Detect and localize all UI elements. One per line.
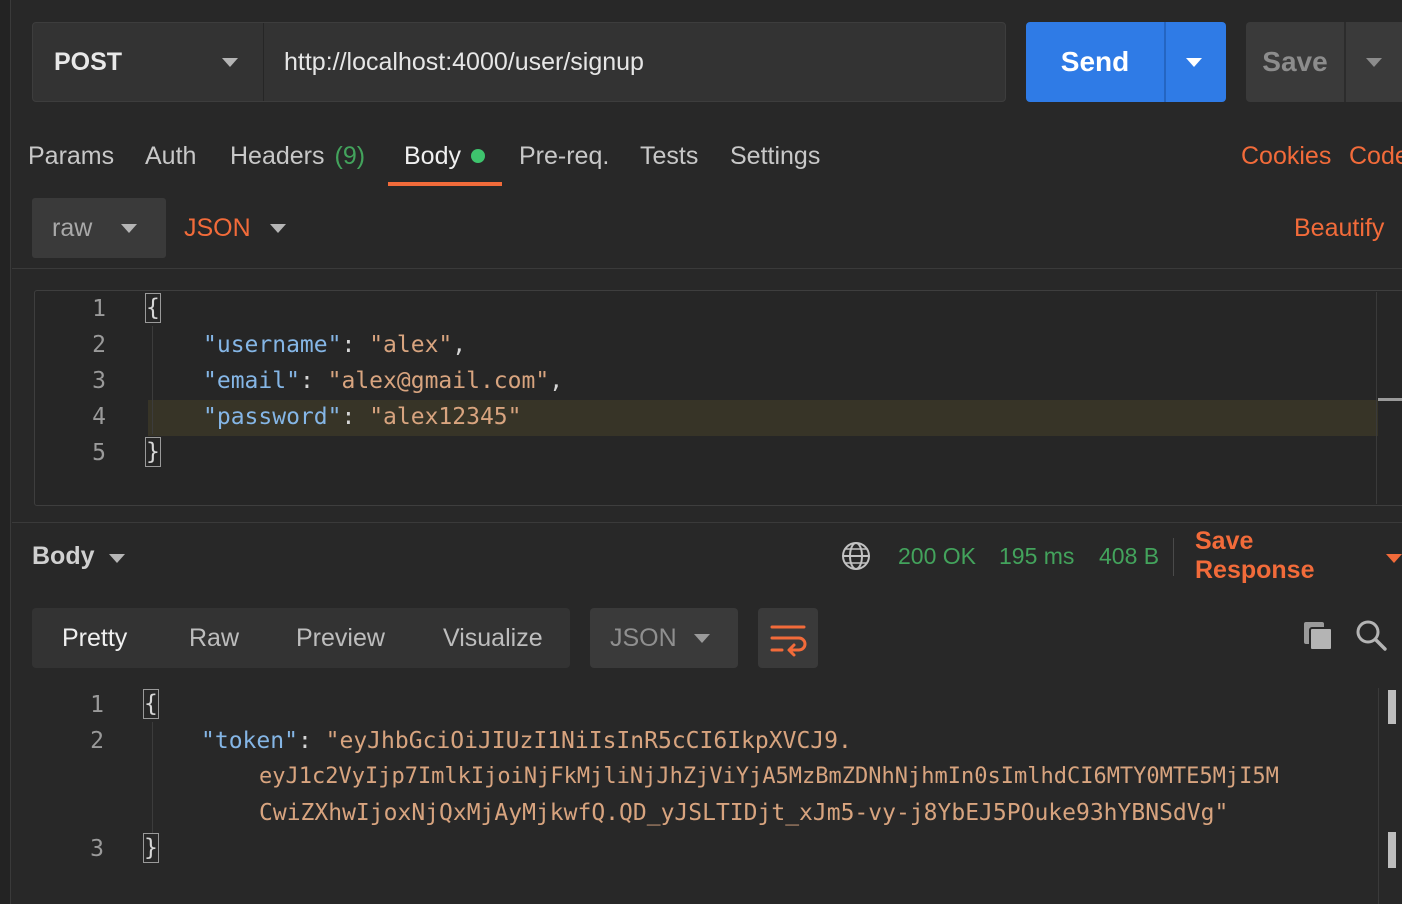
json-close-brace: } (145, 437, 161, 467)
json-value: "alex12345" (369, 404, 522, 430)
response-scrollbar-thumb[interactable] (1388, 832, 1396, 868)
copy-icon[interactable] (1302, 620, 1334, 652)
caret-down-icon (1386, 553, 1402, 563)
tab-visualize[interactable]: Visualize (443, 608, 543, 668)
status-code[interactable]: 200 OK (898, 536, 976, 576)
save-response-label: Save Response (1195, 527, 1315, 584)
url-input[interactable]: http://localhost:4000/user/signup (284, 22, 644, 102)
caret-down-icon (694, 634, 710, 643)
tab-prereq[interactable]: Pre-req. (519, 138, 609, 174)
save-response-button[interactable]: Save Response (1195, 527, 1402, 584)
wrap-lines-button[interactable] (758, 608, 818, 668)
indent-guide (152, 326, 153, 434)
beautify-button[interactable]: Beautify (1294, 198, 1384, 258)
caret-down-icon[interactable] (222, 58, 238, 67)
send-options-caret-down-icon[interactable] (1186, 58, 1202, 67)
json-key: "token" (201, 728, 298, 754)
caret-down-icon (121, 224, 137, 233)
divider (12, 268, 1402, 269)
json-key: "username" (203, 332, 342, 358)
request-body-editor[interactable] (34, 290, 1402, 506)
tab-body[interactable]: Body (404, 138, 485, 174)
divider (1164, 22, 1166, 102)
scroll-position-marker (1378, 398, 1402, 401)
json-value: "alex" (369, 332, 453, 358)
cookies-link[interactable]: Cookies (1241, 138, 1331, 174)
tab-headers-label: Headers (230, 141, 325, 170)
headers-count-badge: (9) (334, 141, 366, 170)
json-key: "email" (203, 368, 300, 394)
response-section-select[interactable]: Body (32, 536, 125, 576)
caret-down-icon (108, 553, 125, 563)
json-value: "alex@gmail.com" (327, 368, 550, 394)
tab-auth[interactable]: Auth (145, 138, 196, 174)
tab-preview[interactable]: Preview (296, 608, 385, 668)
active-tab-indicator (388, 182, 502, 186)
method-label: POST (54, 47, 123, 76)
divider (263, 23, 264, 101)
token-value-line: CwiZXhwIjoxNjQxMjAyMjkwfQ.QD_yJSLTIDjt_x… (259, 800, 1229, 826)
line-number: 1 (92, 296, 106, 322)
response-scrollbar-thumb[interactable] (1388, 690, 1396, 724)
body-mode-label: raw (52, 213, 93, 242)
save-button[interactable]: Save (1246, 22, 1344, 102)
caret-down-icon[interactable] (270, 224, 286, 233)
response-size[interactable]: 408 B (1099, 536, 1159, 576)
token-value-line: "eyJhbGciOiJIUzI1NiIsInR5cCI6IkpXVCJ9. (325, 728, 852, 754)
editor-scrollbar[interactable] (1376, 292, 1377, 504)
line-number: 3 (92, 368, 106, 394)
left-sidebar-edge (0, 0, 11, 904)
tab-params[interactable]: Params (28, 138, 114, 174)
save-options-caret-down-icon[interactable] (1366, 58, 1382, 67)
line-number: 4 (92, 404, 106, 430)
body-language-select[interactable]: JSON (184, 198, 251, 258)
divider (1173, 538, 1174, 576)
globe-icon[interactable] (840, 540, 872, 572)
json-open-brace: { (143, 689, 159, 719)
tab-headers[interactable]: Headers (9) (230, 138, 365, 174)
line-number: 3 (90, 836, 104, 862)
status-dot-icon (470, 149, 485, 163)
response-scrollbar-track (1378, 688, 1379, 904)
indent-guide (152, 722, 153, 834)
json-key: "password" (203, 404, 342, 430)
tab-pretty[interactable]: Pretty (62, 608, 127, 668)
search-icon[interactable] (1354, 618, 1388, 652)
response-time[interactable]: 195 ms (999, 536, 1074, 576)
send-button[interactable]: Send (1026, 22, 1164, 102)
tab-raw[interactable]: Raw (189, 608, 239, 668)
line-number: 1 (90, 692, 104, 718)
wrap-lines-icon (770, 625, 807, 657)
pane-splitter[interactable] (12, 522, 1402, 523)
json-close-brace: } (143, 833, 159, 863)
line-number: 2 (90, 728, 104, 754)
line-number: 2 (92, 332, 106, 358)
response-section-label: Body (32, 541, 95, 570)
tab-body-label: Body (404, 141, 461, 170)
code-link[interactable]: Code (1349, 138, 1402, 174)
tab-settings[interactable]: Settings (730, 138, 820, 174)
tab-tests[interactable]: Tests (640, 138, 698, 174)
json-open-brace: { (145, 293, 161, 323)
divider (1344, 22, 1346, 102)
token-value-line: eyJ1c2VyIjp7ImlkIjoiNjFkMjliNjJhZjViYjA5… (259, 764, 1279, 789)
line-number: 5 (92, 440, 106, 466)
response-format-label: JSON (610, 623, 677, 652)
